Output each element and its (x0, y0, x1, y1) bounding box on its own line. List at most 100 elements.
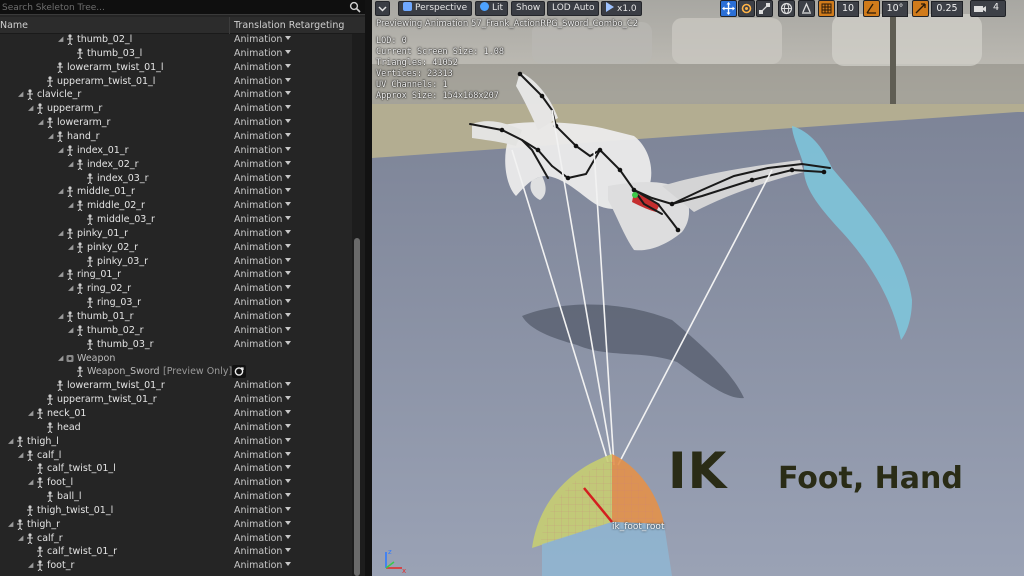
bone-row[interactable]: calf_twist_01_r Animation (0, 545, 352, 559)
bone-row[interactable]: head Animation (0, 421, 352, 435)
remove-preview-asset-button[interactable] (232, 365, 246, 379)
retargeting-dropdown[interactable]: Animation (234, 435, 292, 448)
search-icon[interactable] (349, 1, 361, 13)
expand-arrow-icon[interactable]: ◢ (28, 561, 36, 569)
bone-row[interactable]: ◢ index_02_r Animation (0, 158, 352, 172)
scale-mode-button[interactable] (756, 0, 773, 17)
rotation-snap-toggle[interactable] (863, 0, 880, 17)
expand-arrow-icon[interactable]: ◢ (68, 284, 76, 292)
bone-row[interactable]: ◢ thumb_01_r Animation (0, 310, 352, 324)
retargeting-dropdown[interactable]: Animation (234, 282, 292, 295)
expand-arrow-icon[interactable]: ◢ (18, 451, 26, 459)
retargeting-dropdown[interactable]: Animation (234, 504, 292, 517)
retargeting-dropdown[interactable]: Animation (234, 421, 292, 434)
world-space-button[interactable] (778, 0, 795, 17)
expand-arrow-icon[interactable]: ◢ (38, 118, 46, 126)
expand-arrow-icon[interactable]: ◢ (28, 104, 36, 112)
retargeting-dropdown[interactable]: Animation (234, 116, 292, 129)
bone-row[interactable]: Weapon_Sword [Preview Only] (0, 365, 352, 379)
retargeting-dropdown[interactable]: Animation (234, 490, 292, 503)
expand-arrow-icon[interactable]: ◢ (18, 90, 26, 98)
bone-row[interactable]: ring_03_r Animation (0, 296, 352, 310)
expand-arrow-icon[interactable]: ◢ (58, 229, 66, 237)
scrollbar-thumb[interactable] (354, 238, 360, 576)
bone-row[interactable]: ◢ thigh_r Animation (0, 518, 352, 532)
bone-row[interactable]: ◢ index_01_r Animation (0, 144, 352, 158)
bone-row[interactable]: ◢ neck_01 Animation (0, 407, 352, 421)
bone-row[interactable]: upperarm_twist_01_l Animation (0, 75, 352, 89)
retargeting-dropdown[interactable]: Animation (234, 172, 292, 185)
expand-arrow-icon[interactable]: ◢ (8, 520, 16, 528)
expand-arrow-icon[interactable]: ◢ (68, 160, 76, 168)
retargeting-dropdown[interactable]: Animation (234, 241, 292, 254)
name-column-header[interactable]: Name (0, 20, 28, 31)
expand-arrow-icon[interactable]: ◢ (58, 187, 66, 195)
viewport-options-button[interactable] (375, 1, 390, 16)
retargeting-dropdown[interactable]: Animation (234, 47, 292, 60)
retargeting-dropdown[interactable]: Animation (234, 518, 292, 531)
retargeting-dropdown[interactable]: Animation (234, 545, 292, 558)
bone-row[interactable]: ◢ calf_r Animation (0, 532, 352, 546)
bone-row[interactable]: ◢ pinky_01_r Animation (0, 227, 352, 241)
retargeting-dropdown[interactable]: Animation (234, 268, 292, 281)
expand-arrow-icon[interactable]: ◢ (58, 354, 66, 362)
retargeting-column-header[interactable]: Translation Retargeting (234, 20, 344, 31)
retargeting-dropdown[interactable]: Animation (234, 102, 292, 115)
surface-snap-button[interactable] (798, 0, 815, 17)
bone-row[interactable]: ◢ middle_02_r Animation (0, 199, 352, 213)
bone-row[interactable]: ◢ thigh_l Animation (0, 435, 352, 449)
expand-arrow-icon[interactable]: ◢ (68, 201, 76, 209)
expand-arrow-icon[interactable]: ◢ (18, 534, 26, 542)
retargeting-dropdown[interactable]: Animation (234, 296, 292, 309)
bone-row[interactable]: ◢ ring_01_r Animation (0, 268, 352, 282)
bone-row[interactable]: ◢ clavicle_r Animation (0, 88, 352, 102)
bone-row[interactable]: thumb_03_l Animation (0, 47, 352, 61)
lit-button[interactable]: Lit (475, 1, 509, 16)
bone-row[interactable]: lowerarm_twist_01_r Animation (0, 379, 352, 393)
rotate-mode-button[interactable] (738, 0, 755, 17)
retargeting-dropdown[interactable]: Animation (234, 559, 292, 572)
scale-snap-toggle[interactable] (912, 0, 929, 17)
search-input[interactable] (0, 0, 345, 15)
retargeting-dropdown[interactable]: Animation (234, 407, 292, 420)
camera-speed-button[interactable]: 4 (970, 0, 1006, 17)
retargeting-dropdown[interactable]: Animation (234, 33, 292, 46)
grid-snap-value[interactable]: 10 (837, 1, 859, 17)
bone-row[interactable]: ◢ ring_02_r Animation (0, 282, 352, 296)
bone-row[interactable]: index_03_r Animation (0, 172, 352, 186)
retargeting-dropdown[interactable]: Animation (234, 227, 292, 240)
retargeting-dropdown[interactable]: Animation (234, 324, 292, 337)
retargeting-dropdown[interactable]: Animation (234, 476, 292, 489)
panel-splitter[interactable] (365, 0, 372, 576)
lod-button[interactable]: LOD Auto (547, 1, 600, 16)
retargeting-dropdown[interactable]: Animation (234, 185, 292, 198)
expand-arrow-icon[interactable]: ◢ (28, 409, 36, 417)
retargeting-dropdown[interactable]: Animation (234, 88, 292, 101)
select-mode-button[interactable] (720, 0, 737, 17)
expand-arrow-icon[interactable]: ◢ (8, 437, 16, 445)
retargeting-dropdown[interactable]: Animation (234, 158, 292, 171)
bone-row[interactable]: lowerarm_twist_01_l Animation (0, 61, 352, 75)
expand-arrow-icon[interactable]: ◢ (58, 312, 66, 320)
retargeting-dropdown[interactable]: Animation (234, 338, 292, 351)
expand-arrow-icon[interactable]: ◢ (58, 35, 66, 43)
bone-row[interactable]: calf_twist_01_l Animation (0, 462, 352, 476)
retargeting-dropdown[interactable]: Animation (234, 61, 292, 74)
expand-arrow-icon[interactable]: ◢ (68, 326, 76, 334)
bone-row[interactable]: middle_03_r Animation (0, 213, 352, 227)
retargeting-dropdown[interactable]: Animation (234, 532, 292, 545)
show-button[interactable]: Show (511, 1, 546, 16)
bone-row[interactable]: ◢ upperarm_r Animation (0, 102, 352, 116)
retargeting-dropdown[interactable]: Animation (234, 462, 292, 475)
bone-row[interactable]: ◢ calf_l Animation (0, 449, 352, 463)
scale-snap-value[interactable]: 0.25 (931, 1, 963, 17)
retargeting-dropdown[interactable]: Animation (234, 393, 292, 406)
retargeting-dropdown[interactable]: Animation (234, 255, 292, 268)
perspective-button[interactable]: Perspective (398, 1, 473, 16)
bone-row[interactable]: thigh_twist_01_l Animation (0, 504, 352, 518)
retargeting-dropdown[interactable]: Animation (234, 310, 292, 323)
bone-row[interactable]: ◢ thumb_02_l Animation (0, 33, 352, 47)
column-divider[interactable] (229, 17, 230, 34)
retargeting-dropdown[interactable]: Animation (234, 213, 292, 226)
bone-row[interactable]: ◢ Weapon (0, 352, 352, 366)
